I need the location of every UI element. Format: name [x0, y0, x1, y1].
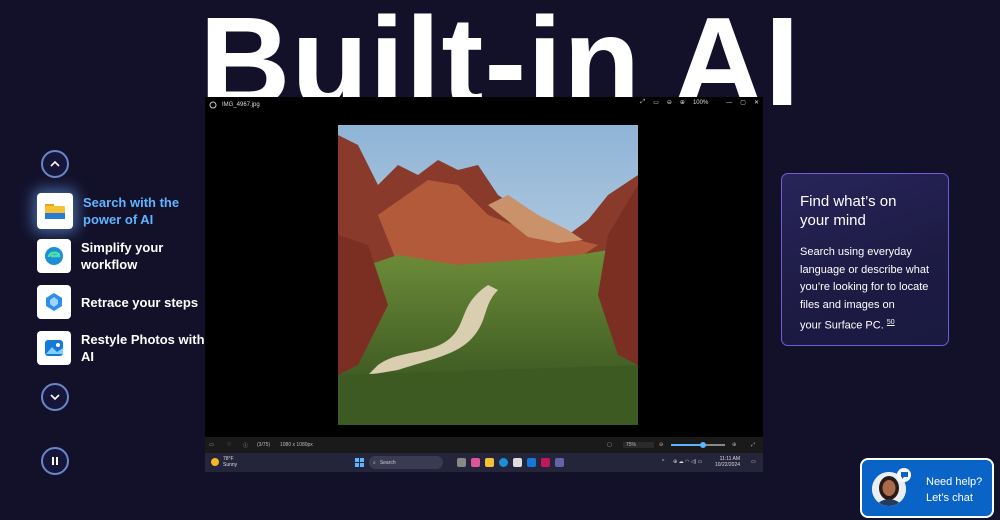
pause-icon	[52, 457, 58, 465]
filmstrip-icon[interactable]: ▭	[209, 442, 214, 448]
file-explorer-taskbar-icon[interactable]	[485, 458, 494, 467]
photos-icon	[37, 331, 71, 365]
zoom-slider[interactable]	[671, 442, 725, 448]
notification-icon[interactable]: ▭	[751, 459, 756, 465]
search-placeholder: Search	[379, 459, 396, 466]
feature-restyle-label: Restyle Photos with AI	[81, 332, 205, 364]
teams-icon[interactable]	[555, 458, 564, 467]
photos-app-icon	[209, 101, 217, 109]
photos-taskbar-icon[interactable]	[527, 458, 536, 467]
chevron-up-icon	[50, 160, 60, 167]
feature-info-card: Find what’s on your mind Search using eve…	[781, 173, 949, 346]
edge-taskbar-icon[interactable]	[499, 458, 508, 467]
zoom-out-bottom-icon[interactable]: ⊖	[659, 442, 663, 448]
viewer-bottom-bar: ▭ ♡ ⓘ (3/75) 1080 x 1080px ▢ 75% ⊖ ⊕ ⤢	[205, 437, 763, 453]
task-view-icon[interactable]	[457, 458, 466, 467]
taskbar-clock[interactable]: 11:11 AM 10/22/2024	[715, 456, 740, 468]
favorite-icon[interactable]: ♡	[227, 442, 231, 448]
slideshow-icon[interactable]: ▭	[653, 99, 659, 106]
recall-icon	[37, 285, 71, 319]
feature-retrace-label: Retrace your steps	[81, 294, 199, 310]
previous-feature-button[interactable]	[41, 150, 69, 178]
weather-condition: Sunny	[223, 462, 238, 468]
feature-workflow[interactable]: Simplify your workflow	[37, 239, 212, 273]
info-card-title: Find what’s on your mind	[800, 193, 897, 229]
fullscreen-icon[interactable]: ⤢	[751, 442, 755, 448]
chat-bubble-icon	[897, 468, 911, 482]
zoom-out-icon[interactable]: ⊖	[667, 99, 672, 106]
sun-icon	[211, 458, 219, 466]
clipchamp-icon[interactable]	[541, 458, 550, 467]
minimize-button[interactable]: —	[726, 100, 732, 106]
chat-widget[interactable]: Need help? Let’s chat	[860, 458, 994, 518]
edge-icon	[37, 239, 71, 273]
clock-date: 10/22/2024	[715, 462, 741, 468]
window-filename: IMG_4967.jpg	[222, 102, 260, 108]
feature-search[interactable]: Search with the power of AI	[37, 193, 212, 229]
footnote-link[interactable]: 50	[887, 319, 895, 326]
feature-search-label: Search with the power of AI	[83, 195, 180, 227]
file-explorer-icon	[37, 193, 73, 229]
maximize-button[interactable]: ▢	[740, 99, 746, 106]
fit-icon[interactable]: ▢	[607, 442, 612, 448]
windows-taskbar: 78°F Sunny ⌕ Search ^ ⊕ ☁ ◠ ◁) ▭ 11:11 A…	[205, 453, 763, 472]
chat-label: Need help? Let’s chat	[926, 476, 983, 504]
zoom-in-icon[interactable]: ⊕	[680, 99, 685, 106]
chevron-down-icon	[50, 394, 60, 401]
info-icon[interactable]: ⓘ	[243, 442, 248, 449]
feature-workflow-label: Simplify your workflow	[81, 240, 164, 272]
tray-chevron-icon[interactable]: ^	[662, 459, 664, 465]
weather-widget[interactable]: 78°F Sunny	[223, 456, 237, 468]
expand-icon[interactable]: ⤢	[640, 99, 645, 106]
window-titlebar: IMG_4967.jpg ⤢ ▭ ⊖ ⊕ 100% — ▢ ✕	[205, 97, 763, 113]
search-icon: ⌕	[373, 459, 376, 466]
zoom-select[interactable]: 75%	[623, 442, 654, 448]
feature-retrace[interactable]: Retrace your steps	[37, 285, 212, 319]
close-button[interactable]: ✕	[754, 99, 759, 106]
taskbar-search[interactable]: ⌕ Search	[369, 456, 443, 469]
canyon-photo	[338, 125, 638, 425]
pause-button[interactable]	[41, 447, 69, 475]
next-feature-button[interactable]	[41, 383, 69, 411]
info-card-body: Search using everyday language or descri…	[800, 246, 930, 332]
start-icon[interactable]	[355, 458, 364, 467]
tray-icons[interactable]: ⊕ ☁ ◠ ◁) ▭	[673, 459, 702, 465]
photos-window: IMG_4967.jpg ⤢ ▭ ⊖ ⊕ 100% — ▢ ✕ ▭ ♡ ⓘ (3…	[205, 97, 763, 472]
store-icon[interactable]	[513, 458, 522, 467]
copilot-icon[interactable]	[471, 458, 480, 467]
image-dimensions: 1080 x 1080px	[280, 442, 313, 448]
zoom-in-bottom-icon[interactable]: ⊕	[732, 442, 736, 448]
image-counter: (3/75)	[257, 442, 271, 448]
zoom-level-top: 100%	[692, 99, 709, 106]
feature-restyle[interactable]: Restyle Photos with AI	[37, 331, 212, 365]
